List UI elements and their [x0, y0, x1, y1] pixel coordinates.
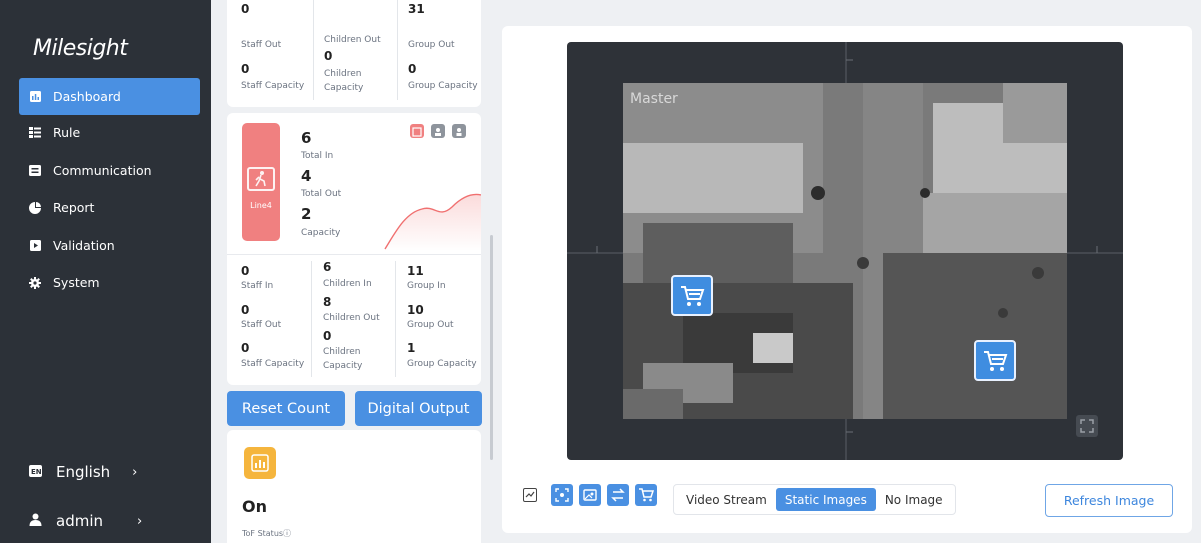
trend-sparkline — [384, 193, 481, 251]
stat-value: 6 — [323, 260, 332, 274]
digital-output-button[interactable]: Digital Output — [355, 391, 482, 426]
stat-label: Children Out — [323, 313, 380, 323]
sidebar-item-validation[interactable]: Validation — [19, 227, 200, 264]
tof-status-card: On ToF Statusⓘ — [227, 430, 481, 543]
chevron-right-icon: › — [137, 513, 143, 529]
stat-label: Group Out — [408, 40, 455, 50]
total-in-value: 6 — [301, 129, 312, 147]
image-settings-icon[interactable] — [579, 484, 601, 506]
report-icon — [29, 201, 41, 214]
user-menu[interactable]: admin › — [29, 512, 142, 530]
stat-label: Children In — [323, 279, 372, 289]
stat-label: Group Capacity — [408, 81, 478, 91]
capacity-value: 2 — [301, 205, 312, 223]
counting-panel: 0 31 Staff Out Children Out 0 Group Out … — [220, 0, 496, 543]
shopping-cart-icon[interactable] — [974, 340, 1016, 381]
user-label: admin — [56, 512, 103, 530]
sidebar-item-label: Communication — [53, 163, 152, 178]
language-selector[interactable]: EN English › — [29, 463, 137, 481]
stat-value: 11 — [407, 264, 424, 278]
svg-text:EN: EN — [31, 468, 42, 476]
stat-label: Group Capacity — [407, 359, 477, 369]
sidebar-item-label: Report — [53, 200, 95, 215]
tof-status-value: On — [242, 497, 267, 516]
stat-value: 0 — [324, 49, 333, 63]
chart-icon — [244, 447, 276, 479]
group-mode-icon[interactable] — [431, 124, 445, 138]
stat-value: 0 — [241, 341, 250, 355]
sidebar-item-rule[interactable]: Rule — [19, 114, 200, 151]
line4-card: Line4 6 Total In 4 Total Out 2 Capacity — [227, 113, 481, 385]
view-mode-no-image[interactable]: No Image — [876, 488, 952, 511]
language-icon: EN — [29, 463, 42, 481]
camera-view: Master — [567, 42, 1123, 460]
shopping-cart-icon[interactable] — [635, 484, 657, 506]
rule-icon — [29, 127, 41, 139]
line-badge: Line4 — [242, 123, 280, 241]
sidebar-item-label: Dashboard — [53, 89, 121, 104]
refresh-image-button[interactable]: Refresh Image — [1045, 484, 1173, 517]
stat-label: Capacity — [324, 83, 364, 93]
line-name: Line4 — [250, 201, 272, 210]
stat-value: 0 — [241, 2, 250, 16]
stat-label: Staff Capacity — [241, 359, 305, 369]
line-mode-icon[interactable] — [410, 124, 424, 138]
sidebar-item-dashboard[interactable]: Dashboard — [19, 78, 200, 115]
sidebar: Milesight Dashboard Rule Communication R… — [0, 0, 211, 543]
line-direction-icon[interactable] — [607, 484, 629, 506]
stat-label: Staff Out — [241, 40, 282, 50]
sidebar-item-communication[interactable]: Communication — [19, 152, 200, 189]
sidebar-item-label: System — [53, 275, 100, 290]
stat-label: Capacity — [323, 361, 363, 371]
sidebar-item-system[interactable]: System — [19, 264, 200, 301]
camera-label: Master — [630, 91, 678, 107]
validation-icon — [29, 240, 41, 252]
capacity-label: Capacity — [301, 228, 341, 238]
stat-label: Staff In — [241, 281, 274, 291]
fullscreen-icon[interactable] — [1076, 415, 1098, 437]
camera-panel: Master Video Stream Static Images No Ima… — [502, 26, 1192, 533]
tof-status-label: ToF Statusⓘ — [242, 529, 292, 538]
stat-value: 31 — [408, 2, 425, 16]
brand-logo: Milesight — [33, 36, 128, 61]
stat-label: Group Out — [407, 320, 454, 330]
person-walking-icon — [247, 167, 275, 191]
stat-value: 10 — [407, 303, 424, 317]
stat-value: 0 — [241, 264, 250, 278]
chevron-right-icon: › — [132, 464, 138, 480]
scrollbar[interactable] — [490, 235, 493, 460]
shopping-cart-icon[interactable] — [671, 275, 713, 316]
stat-label: Children Out — [324, 35, 381, 45]
stat-value: 0 — [323, 329, 332, 343]
detection-area-icon[interactable] — [551, 484, 573, 506]
chart-toggle-icon[interactable] — [522, 487, 538, 503]
person-mode-icon[interactable] — [452, 124, 466, 138]
stat-label: Children — [324, 69, 362, 79]
stat-value: 0 — [241, 62, 250, 76]
reset-count-button[interactable]: Reset Count — [227, 391, 345, 426]
total-out-label: Total Out — [301, 189, 342, 199]
language-label: English — [56, 463, 111, 481]
gear-icon — [29, 276, 41, 289]
stat-label: Group In — [407, 281, 446, 291]
sidebar-item-label: Validation — [53, 238, 115, 253]
total-out-value: 4 — [301, 167, 312, 185]
stat-value: 8 — [323, 295, 332, 309]
stat-label: Staff Capacity — [241, 81, 305, 91]
stat-value: 1 — [407, 341, 416, 355]
stat-label: Children — [323, 347, 361, 357]
view-mode-video-stream[interactable]: Video Stream — [677, 488, 776, 511]
total-in-label: Total In — [301, 151, 334, 161]
view-mode-static-images[interactable]: Static Images — [775, 488, 876, 511]
stat-label: Staff Out — [241, 320, 282, 330]
communication-icon — [29, 165, 41, 177]
view-mode-selector: Video Stream Static Images No Image — [673, 484, 956, 515]
sidebar-item-label: Rule — [53, 125, 81, 140]
stat-value: 0 — [408, 62, 417, 76]
user-icon — [29, 512, 42, 530]
dashboard-icon — [29, 91, 41, 103]
stat-value: 0 — [241, 303, 250, 317]
line-stats-card: 0 31 Staff Out Children Out 0 Group Out … — [227, 0, 481, 107]
sidebar-item-report[interactable]: Report — [19, 189, 200, 226]
